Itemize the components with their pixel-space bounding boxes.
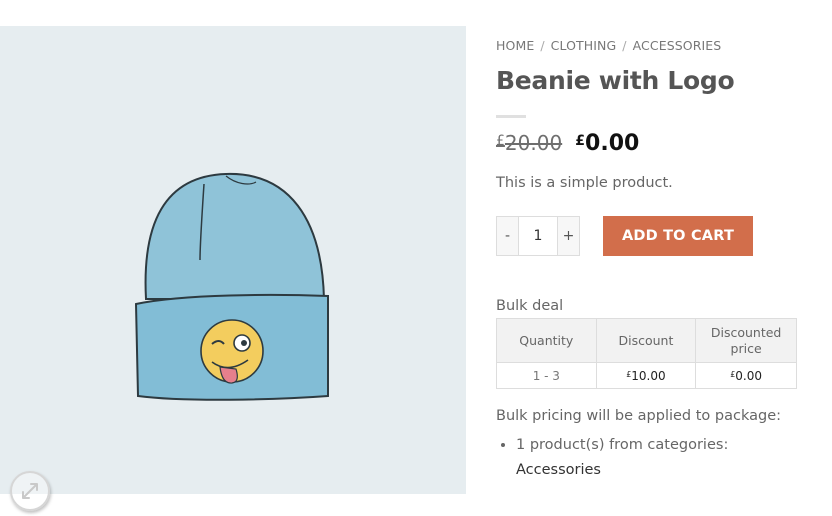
beanie-product-image[interactable] [124,164,334,404]
bulk-deal-title: Bulk deal [496,298,564,314]
quantity-minus-button[interactable]: - [497,217,519,255]
short-description: This is a simple product. [496,175,673,191]
breadcrumb-accessories[interactable]: ACCESSORIES [633,38,722,53]
bulk-pricing-table: Quantity Discount Discounted price 1 - 3… [496,318,797,389]
regular-price: £20.00 [496,131,562,155]
breadcrumb-separator: / [622,38,627,53]
title-divider [496,115,526,118]
table-header-row: Quantity Discount Discounted price [496,318,797,363]
bulk-rule-list: 1 product(s) from categories: Accessorie… [516,433,806,483]
sale-price: £0.00 [575,131,639,156]
product-title: Beanie with Logo [496,66,735,95]
discounted-price-cell: £0.00 [695,362,797,389]
bulk-rule-text: 1 product(s) from categories: [516,437,729,453]
list-item: 1 product(s) from categories: Accessorie… [516,433,806,483]
quantity-input[interactable] [519,217,557,255]
discounted-price-value: 0.00 [735,368,763,383]
quantity-range-cell: 1 - 3 [496,362,597,389]
bulk-pricing-note: Bulk pricing will be applied to package: [496,408,782,424]
product-gallery [0,26,466,511]
sale-price-value: 0.00 [585,131,640,156]
quantity-plus-button[interactable]: + [557,217,579,255]
regular-price-value: 20.00 [504,131,563,155]
discount-value: 10.00 [631,368,666,383]
product-price: £20.00 £0.00 [496,131,639,156]
breadcrumb-separator: / [540,38,545,53]
quantity-stepper: - + [496,216,580,256]
breadcrumb-clothing[interactable]: CLOTHING [551,38,617,53]
category-link-accessories[interactable]: Accessories [516,462,601,478]
currency-symbol: £ [496,133,505,149]
currency-symbol: £ [575,133,586,149]
breadcrumb-home[interactable]: HOME [496,38,534,53]
discount-cell: £10.00 [595,362,697,389]
expand-arrows-icon [22,483,38,499]
column-header-discounted-price: Discounted price [695,318,797,363]
table-row: 1 - 3 £10.00 £0.00 [496,362,797,389]
column-header-quantity: Quantity [496,318,597,363]
add-to-cart-button[interactable]: ADD TO CART [603,216,753,256]
breadcrumb: HOME / CLOTHING / ACCESSORIES [496,38,721,53]
expand-image-button[interactable] [10,471,50,511]
column-header-discount: Discount [595,318,697,363]
